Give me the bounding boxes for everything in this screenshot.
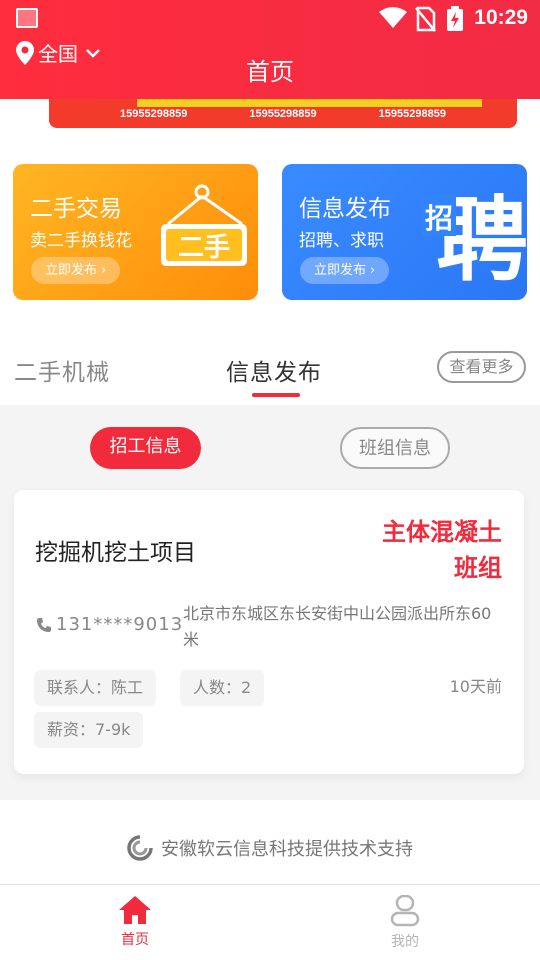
sign-text: 二手 (178, 233, 230, 263)
wifi-icon (379, 7, 407, 28)
banner-strip (137, 99, 482, 107)
top-header: 10:29 全国 首页 (0, 0, 540, 99)
secondhand-trade-card[interactable]: 二手交易 卖二手换钱花 立即发布 › 二手 (13, 164, 258, 300)
clock-time: 10:29 (474, 6, 528, 29)
job-salary-tag: 薪资：7-9k (34, 712, 144, 748)
info-publish-card[interactable]: 信息发布 招聘、求职 立即发布 › 聘 招 (282, 164, 527, 300)
job-team-type: 主体混凝土班组 (382, 518, 502, 582)
publish-now-button[interactable]: 立即发布 › (31, 257, 121, 284)
publish-now-button[interactable]: 立即发布 › (300, 257, 390, 284)
tab-info-publish[interactable]: 信息发布 (226, 353, 322, 387)
ad-banner[interactable]: 15955298859 15955298859 15955298859 (49, 99, 517, 128)
secondhand-sign-icon: 二手 (161, 184, 247, 266)
nav-mine[interactable]: 我的 (365, 895, 445, 951)
active-tab-indicator (252, 393, 300, 397)
bottom-nav: 首页 我的 (0, 884, 540, 960)
card-subtitle: 招聘、求职 (299, 231, 384, 251)
chevron-right-icon: › (370, 263, 376, 278)
battery-charging-icon (447, 6, 463, 31)
phone-icon (37, 617, 51, 632)
filter-recruit-info[interactable]: 招工信息 (90, 427, 201, 469)
job-phone-number: 131****9013 (56, 614, 184, 635)
no-sim-icon (415, 6, 436, 32)
filter-bar: 招工信息 班组信息 (0, 405, 540, 490)
category-tabs: 二手机械 信息发布 查看更多 (0, 345, 540, 405)
view-more-button[interactable]: 查看更多 (437, 351, 526, 383)
image-notification-icon (16, 8, 38, 28)
home-icon (119, 896, 151, 924)
tab-secondhand-machinery[interactable]: 二手机械 (14, 353, 110, 387)
job-posted-time: 10天前 (449, 677, 502, 696)
recruit-art-icon: 聘 招 (422, 187, 527, 294)
card-title: 二手交易 (30, 196, 122, 222)
button-label: 立即发布 (314, 263, 367, 278)
nav-mine-label: 我的 (391, 934, 419, 950)
job-title: 挖掘机挖土项目 (35, 540, 196, 566)
chevron-right-icon: › (101, 263, 107, 278)
banner-phones: 15955298859 15955298859 15955298859 (49, 108, 517, 120)
banner-phone: 15955298859 (249, 108, 317, 120)
banner-phone: 15955298859 (378, 108, 446, 120)
card-subtitle: 卖二手换钱花 (30, 231, 132, 251)
nav-home-label: 首页 (121, 932, 149, 948)
recruit-art-small-text: 招 (425, 202, 453, 235)
job-count-tag: 人数：2 (180, 670, 265, 706)
job-contact-tag: 联系人：陈工 (34, 670, 157, 706)
company-logo-icon (127, 835, 153, 861)
job-card[interactable]: 挖掘机挖土项目 主体混凝土班组 131****9013 北京市东城区东长安街中山… (14, 490, 524, 774)
nav-home[interactable]: 首页 (95, 895, 175, 949)
tech-support-note: 安徽软云信息科技提供技术支持 (0, 835, 540, 861)
filter-team-info[interactable]: 班组信息 (340, 427, 450, 469)
page-title: 首页 (246, 58, 294, 86)
button-label: 立即发布 (45, 263, 98, 278)
card-title: 信息发布 (299, 196, 391, 222)
job-address: 北京市东城区东长安街中山公园派出所东60米 (183, 604, 492, 649)
job-phone[interactable]: 131****9013 (36, 614, 183, 635)
profile-icon (390, 895, 420, 927)
status-bar: 10:29 (0, 0, 540, 36)
tech-support-text: 安徽软云信息科技提供技术支持 (161, 839, 413, 860)
banner-phone: 15955298859 (120, 108, 188, 120)
